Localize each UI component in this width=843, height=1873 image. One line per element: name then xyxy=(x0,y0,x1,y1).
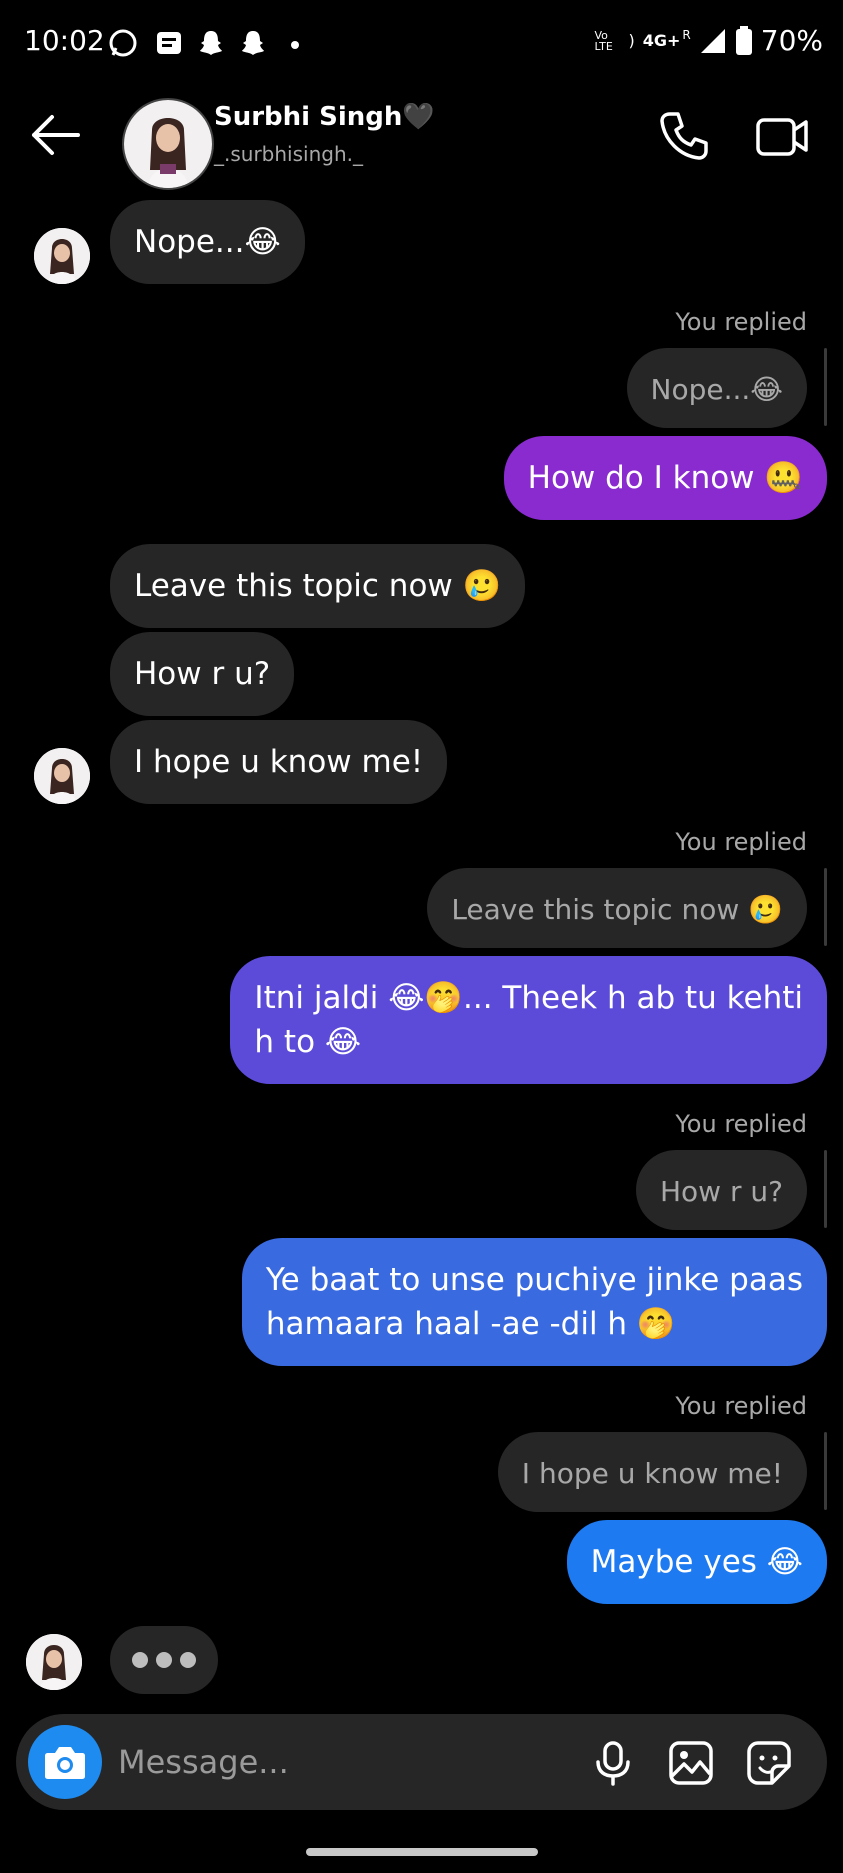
you-replied-label: You replied xyxy=(675,828,807,856)
quote-bar xyxy=(824,348,827,426)
message-line: h to 😂 xyxy=(254,1024,362,1060)
signal-icon xyxy=(700,28,725,53)
incoming-message[interactable]: How r u? xyxy=(110,632,295,716)
avatar-image xyxy=(26,1634,82,1690)
more-notifications-dot xyxy=(291,41,299,49)
outgoing-message[interactable]: How do I know 🤐 xyxy=(503,436,827,520)
snapchat-icon-2 xyxy=(242,31,264,55)
you-replied-label: You replied xyxy=(675,1392,807,1420)
quoted-message[interactable]: I hope u know me! xyxy=(497,1432,807,1512)
sender-avatar[interactable] xyxy=(26,1634,82,1690)
typing-dot xyxy=(156,1652,172,1668)
home-indicator[interactable] xyxy=(306,1848,538,1856)
back-arrow-icon[interactable] xyxy=(28,110,82,160)
contact-username[interactable]: _.surbhisingh._ xyxy=(214,142,363,166)
quoted-message[interactable]: Nope...😂 xyxy=(626,348,807,428)
sticker-icon[interactable] xyxy=(746,1740,792,1786)
quote-bar xyxy=(824,1150,827,1228)
battery-level: 70% xyxy=(760,24,823,57)
message-notification-icon xyxy=(157,32,181,54)
avatar-image xyxy=(34,228,90,284)
video-camera-icon[interactable] xyxy=(754,108,810,164)
typing-dot xyxy=(132,1652,148,1668)
network-label: 4G+ xyxy=(642,31,681,50)
avatar-image xyxy=(124,100,212,188)
network-roaming-label: R xyxy=(682,27,691,42)
volte-label: Vo LTE xyxy=(594,28,613,53)
quoted-message[interactable]: Leave this topic now 🥲 xyxy=(427,868,807,948)
battery-icon xyxy=(735,25,752,55)
message-line: Itni jaldi 😂🤭... Theek h ab tu kehti xyxy=(254,980,803,1016)
sender-avatar[interactable] xyxy=(34,748,90,804)
camera-icon xyxy=(45,1747,85,1779)
outgoing-message[interactable]: Maybe yes 😂 xyxy=(566,1520,827,1604)
typing-indicator xyxy=(110,1626,218,1694)
message-line: Ye baat to unse puchiye jinke paas xyxy=(265,1262,803,1298)
message-input[interactable] xyxy=(116,1736,570,1788)
incoming-message[interactable]: I hope u know me! xyxy=(110,720,448,804)
incoming-message[interactable]: Nope...😂 xyxy=(110,200,305,284)
you-replied-label: You replied xyxy=(675,1110,807,1138)
snapchat-icon xyxy=(200,31,222,55)
camera-button[interactable] xyxy=(28,1725,102,1799)
sender-avatar[interactable] xyxy=(34,228,90,284)
quote-bar xyxy=(824,868,827,946)
contact-name-text: Surbhi Singh xyxy=(214,102,403,132)
incoming-message[interactable]: Leave this topic now 🥲 xyxy=(110,544,526,628)
status-time: 10:02 xyxy=(24,24,105,57)
whatsapp-icon xyxy=(109,29,137,57)
typing-dot xyxy=(180,1652,196,1668)
quoted-message[interactable]: How r u? xyxy=(635,1150,807,1230)
wifi-calling-icon: ) xyxy=(628,31,635,50)
phone-icon[interactable] xyxy=(658,110,710,162)
outgoing-message[interactable]: Ye baat to unse puchiye jinke paas hamaa… xyxy=(241,1238,827,1366)
heart-emoji: 🖤 xyxy=(402,102,435,132)
quote-bar xyxy=(824,1432,827,1510)
image-icon[interactable] xyxy=(668,1740,714,1786)
outgoing-message[interactable]: Itni jaldi 😂🤭... Theek h ab tu kehti h t… xyxy=(230,956,827,1084)
contact-avatar[interactable] xyxy=(122,98,214,190)
contact-name[interactable]: Surbhi Singh🖤 xyxy=(214,102,435,132)
microphone-icon[interactable] xyxy=(590,1740,636,1786)
you-replied-label: You replied xyxy=(675,308,807,336)
message-line: hamaara haal -ae -dil h 🤭 xyxy=(265,1306,676,1342)
status-indicators: Vo LTE ) 4G+ R 70% xyxy=(595,24,824,57)
avatar-image xyxy=(34,748,90,804)
